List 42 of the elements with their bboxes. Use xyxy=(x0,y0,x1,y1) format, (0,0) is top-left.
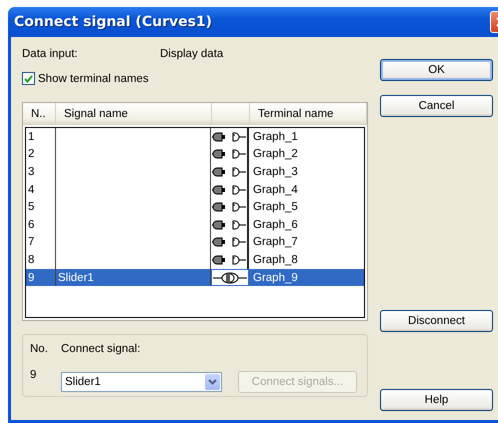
table-cell-text: Graph_5 xyxy=(252,200,299,216)
column-header[interactable]: Terminal name xyxy=(250,103,367,124)
table-cell-text: Graph_8 xyxy=(252,252,299,268)
table-cell: Slider1 xyxy=(58,272,94,284)
data-input-value: Display data xyxy=(160,48,224,60)
table-cell: 6 xyxy=(26,216,56,234)
table-cell: 2 xyxy=(26,146,56,164)
table-row[interactable]: 6 Graph_6 xyxy=(26,216,364,234)
table-row[interactable]: 5 Graph_5 xyxy=(26,198,364,216)
dialog-button[interactable]: Help xyxy=(380,389,493,411)
table-row[interactable]: 7 Graph_7 xyxy=(26,234,364,252)
dialog-button[interactable]: OK xyxy=(380,59,493,81)
number-label: No. xyxy=(30,343,49,357)
signal-dropdown[interactable]: Slider1 xyxy=(61,372,222,392)
connect-signal-label: Connect signal: xyxy=(61,343,142,357)
table-cell-text: Graph_1 xyxy=(252,130,299,145)
table-cell: 3 xyxy=(26,163,56,181)
table-row[interactable]: 3 Graph_3 xyxy=(26,163,364,181)
checkbox-label[interactable]: Show terminal names xyxy=(38,72,149,84)
table-cell: 9 xyxy=(26,268,56,286)
dialog-button[interactable]: Cancel xyxy=(380,95,493,117)
column-header[interactable]: N.. xyxy=(23,103,56,124)
data-input-label: Data input: xyxy=(22,48,79,60)
table-cell-text: Graph_2 xyxy=(252,147,299,162)
table-cell: 4 xyxy=(26,180,56,198)
table-cell-text: Graph_6 xyxy=(252,218,299,233)
number-value: 9 xyxy=(30,368,38,382)
table-cell: 5 xyxy=(26,198,56,216)
table-cell-text: Graph_9 xyxy=(252,270,299,286)
table-cell-text: Graph_4 xyxy=(252,182,299,198)
dialog-button[interactable]: Disconnect xyxy=(380,310,493,332)
window-title: Connect signal (Curves1) xyxy=(14,14,212,30)
table-row[interactable]: 2 Graph_2 xyxy=(26,146,364,164)
checkbox[interactable] xyxy=(22,72,35,85)
table-cell: 7 xyxy=(26,234,56,252)
table-cell: 1 xyxy=(26,128,56,146)
table-cell-text: Graph_7 xyxy=(252,235,299,250)
table-cell-text: Graph_3 xyxy=(252,164,299,180)
table-row[interactable]: 9 Slider1 Graph_9 xyxy=(26,268,364,286)
column-header[interactable]: Signal name xyxy=(56,103,212,124)
table-row[interactable]: 1 Graph_1 xyxy=(26,128,364,146)
table-row[interactable]: 4 Graph_4 xyxy=(26,180,364,198)
